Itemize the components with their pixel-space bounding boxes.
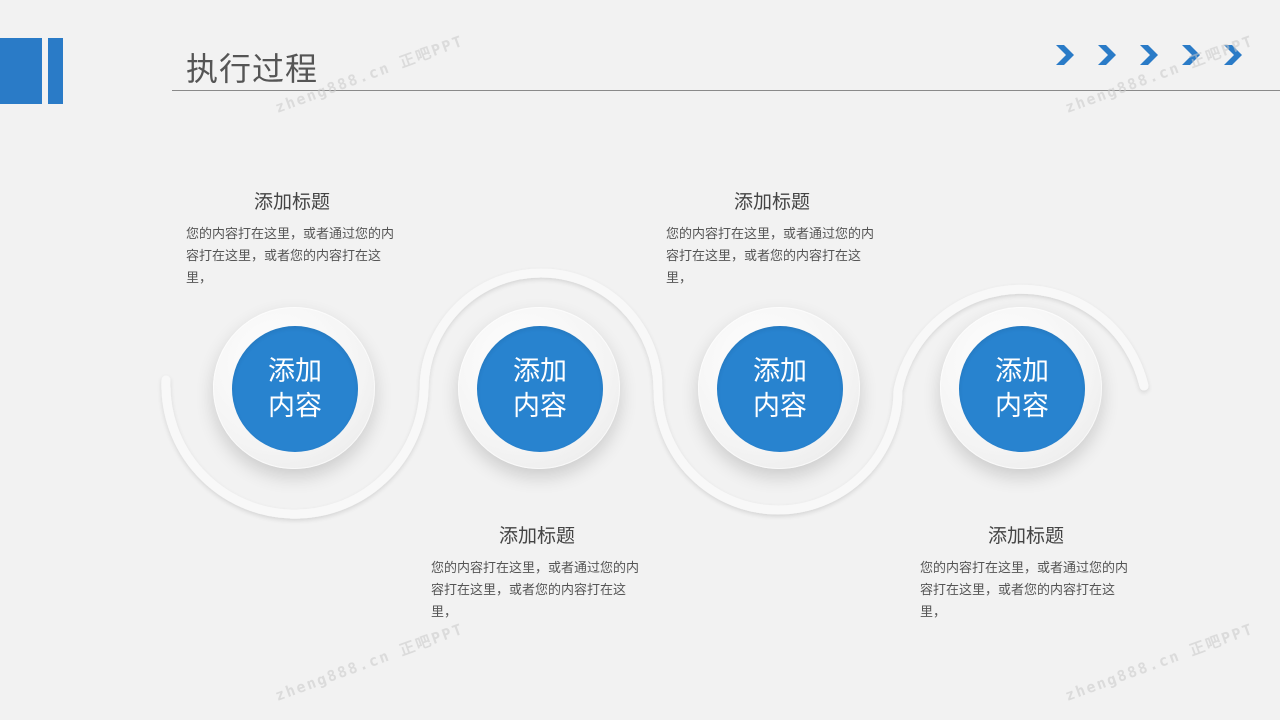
slide: 执行过程 添加内容 添加内容 添加内容 添加内容 添加标题 您的内容打在这里，或…	[0, 0, 1280, 720]
step-1-body: 您的内容打在这里，或者通过您的内容打在这里，或者您的内容打在这里，	[186, 227, 395, 286]
step-4-text: 添加标题 您的内容打在这里，或者通过您的内容打在这里，或者您的内容打在这里，	[920, 521, 1144, 624]
step-node-4: 添加内容	[940, 307, 1102, 469]
step-3-text: 添加标题 您的内容打在这里，或者通过您的内容打在这里，或者您的内容打在这里，	[666, 187, 890, 290]
step-2-title: 添加标题	[498, 525, 575, 547]
step-node-3: 添加内容	[698, 307, 860, 469]
step-4-title: 添加标题	[987, 525, 1064, 547]
step-node-2-label: 添加内容	[513, 356, 567, 422]
step-4-body: 您的内容打在这里，或者通过您的内容打在这里，或者您的内容打在这里，	[920, 561, 1129, 620]
step-node-4-circle: 添加内容	[959, 326, 1085, 452]
step-node-3-label: 添加内容	[753, 356, 807, 422]
step-node-1: 添加内容	[213, 307, 375, 469]
step-3-body: 您的内容打在这里，或者通过您的内容打在这里，或者您的内容打在这里，	[666, 227, 875, 286]
step-3-title: 添加标题	[733, 191, 810, 213]
step-2-text: 添加标题 您的内容打在这里，或者通过您的内容打在这里，或者您的内容打在这里，	[431, 521, 655, 624]
step-node-2-circle: 添加内容	[477, 326, 603, 452]
step-node-2: 添加内容	[458, 307, 620, 469]
step-node-4-label: 添加内容	[995, 356, 1049, 422]
step-node-1-circle: 添加内容	[232, 326, 358, 452]
step-node-1-label: 添加内容	[268, 356, 322, 422]
step-node-3-circle: 添加内容	[717, 326, 843, 452]
step-2-body: 您的内容打在这里，或者通过您的内容打在这里，或者您的内容打在这里，	[431, 561, 640, 620]
step-1-title: 添加标题	[253, 191, 330, 213]
step-1-text: 添加标题 您的内容打在这里，或者通过您的内容打在这里，或者您的内容打在这里，	[186, 187, 410, 290]
